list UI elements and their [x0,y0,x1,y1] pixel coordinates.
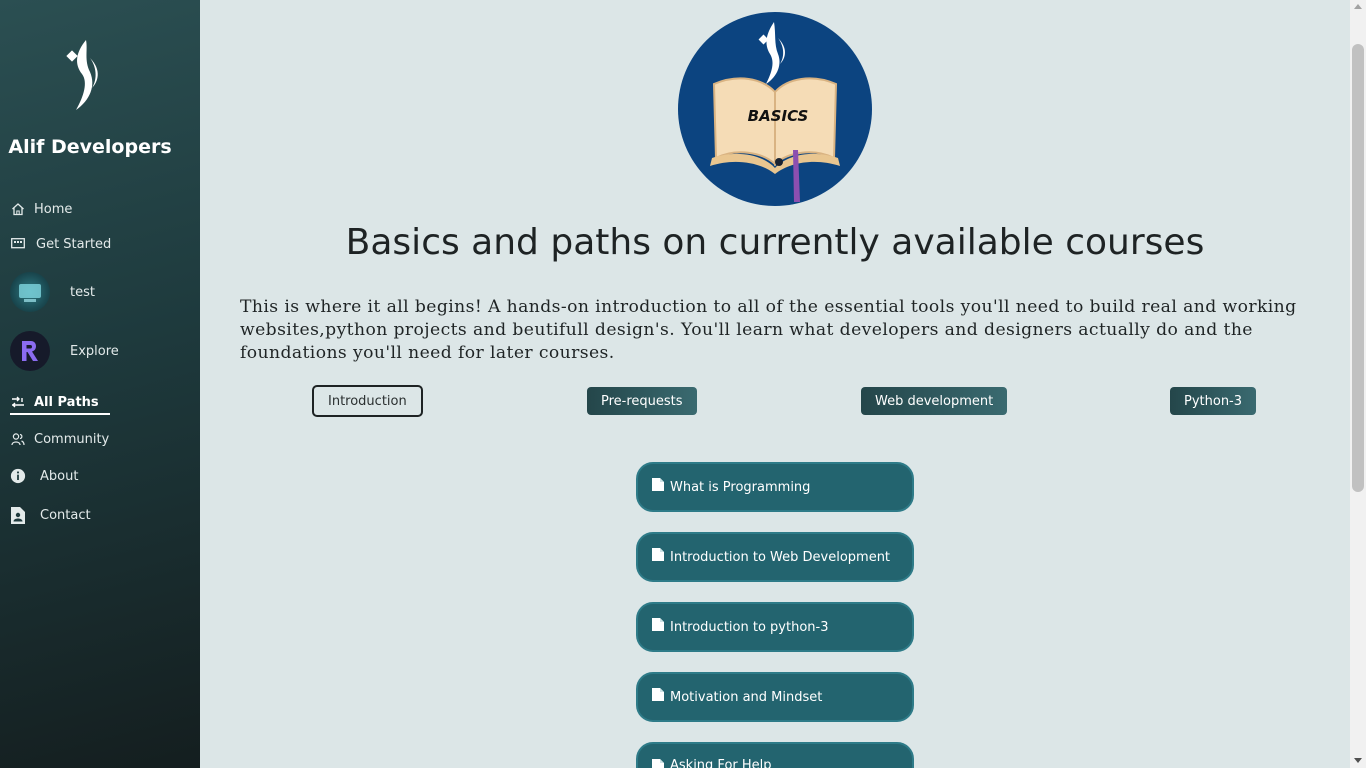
alif-logo-icon [66,40,98,110]
sidebar-item-community[interactable]: Community [10,431,109,447]
course-label: Motivation and Mindset [670,689,823,705]
document-icon [652,547,664,561]
sidebar-item-label: About [40,468,79,484]
main-content: BASICS Basics and paths on currently ava… [200,0,1350,768]
sidebar-item-label: test [70,284,95,300]
course-label: What is Programming [670,479,811,495]
sidebar-item-get-started[interactable]: Get Started [10,236,111,252]
document-icon [652,759,664,768]
avatar [10,272,50,312]
document-icon [652,687,664,701]
course-label: Introduction to python-3 [670,619,829,635]
document-icon [652,617,664,631]
info-icon [10,468,26,484]
tab-pre-requests[interactable]: Pre-requests [587,387,697,415]
sidebar-item-test[interactable]: test [10,272,95,312]
brand-title: Alif Developers [8,136,172,158]
document-icon [652,477,664,491]
sidebar-item-label: Community [34,431,110,447]
scroll-up-arrow-icon[interactable] [1354,4,1362,9]
sidebar-item-label: Home [34,201,73,217]
sidebar-item-about[interactable]: About [10,468,78,484]
scrollbar-thumb[interactable] [1352,44,1364,492]
avatar [10,331,50,371]
sidebar-item-label: All Paths [34,394,99,410]
course-label: Asking For Help [670,758,772,768]
basics-book-icon: BASICS [678,12,872,206]
home-icon [10,201,26,217]
sidebar-item-contact[interactable]: Contact [10,506,91,524]
sidebar-item-home[interactable]: Home [10,201,72,217]
contact-icon [10,506,26,524]
course-what-is-programming[interactable]: What is Programming [636,462,914,512]
sidebar: Alif Developers Home Get Started test Ex… [0,0,200,768]
scroll-down-arrow-icon[interactable] [1354,758,1362,763]
sidebar-item-label: Get Started [36,236,112,252]
paths-icon [10,394,26,410]
hero-badge-text: BASICS [748,107,809,125]
course-intro-python-3[interactable]: Introduction to python-3 [636,602,914,652]
gallery-icon [10,236,26,252]
tab-introduction[interactable]: Introduction [312,385,423,417]
sidebar-item-label: Explore [70,343,119,359]
tab-web-development[interactable]: Web development [861,387,1008,415]
intro-paragraph: This is where it all begins! A hands-on … [240,297,1297,363]
community-icon [10,431,26,447]
vertical-scrollbar[interactable] [1350,0,1366,768]
course-intro-web-development[interactable]: Introduction to Web Development [636,532,914,582]
sidebar-item-all-paths[interactable]: All Paths [10,394,110,415]
course-motivation-mindset[interactable]: Motivation and Mindset [636,672,914,722]
course-label: Introduction to Web Development [670,549,891,565]
tab-python-3[interactable]: Python-3 [1170,387,1257,415]
course-asking-for-help[interactable]: Asking For Help [636,742,914,768]
sidebar-item-label: Contact [40,507,91,523]
page-title: Basics and paths on currently available … [345,222,1205,263]
sidebar-item-explore[interactable]: Explore [10,331,119,371]
